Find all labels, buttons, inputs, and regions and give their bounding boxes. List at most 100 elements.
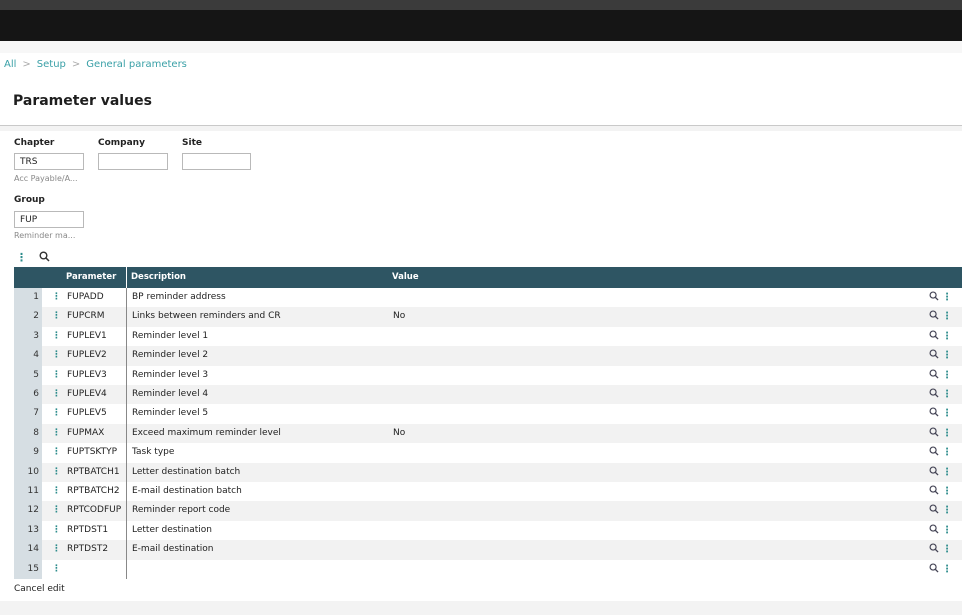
row-menu-icon[interactable]: ⋮ — [52, 327, 61, 346]
row-menu-icon[interactable]: ⋮ — [52, 501, 61, 520]
more-vertical-icon[interactable]: ⋮ — [942, 292, 952, 303]
cancel-edit-link[interactable]: Cancel edit — [14, 584, 65, 594]
row-menu-icon[interactable]: ⋮ — [52, 443, 61, 462]
table-row[interactable]: 6 ⋮ FUPLEV4 Reminder level 4 ⋮ — [14, 385, 962, 405]
more-vertical-icon[interactable]: ⋮ — [942, 350, 952, 361]
description-cell: Reminder report code — [132, 505, 231, 516]
parameter-cell[interactable]: FUPLEV3 — [67, 366, 107, 385]
site-field[interactable] — [182, 153, 251, 170]
row-menu-icon[interactable]: ⋮ — [52, 385, 61, 404]
parameter-cell[interactable]: FUPADD — [67, 288, 104, 307]
table-row[interactable]: 13 ⋮ RPTDST1 Letter destination ⋮ — [14, 520, 962, 541]
search-icon[interactable] — [929, 291, 939, 303]
more-vertical-icon[interactable]: ⋮ — [942, 311, 952, 322]
parameter-cell[interactable]: RPTDST1 — [67, 521, 108, 540]
table-row[interactable]: 7 ⋮ FUPLEV5 Reminder level 5 ⋮ — [14, 404, 962, 424]
more-vertical-icon[interactable]: ⋮ — [942, 331, 952, 342]
more-vertical-icon[interactable]: ⋮ — [942, 525, 952, 536]
more-vertical-icon[interactable]: ⋮ — [942, 486, 952, 497]
more-vertical-icon[interactable]: ⋮ — [942, 408, 952, 419]
company-field[interactable] — [98, 153, 168, 170]
table-row[interactable]: 4 ⋮ FUPLEV2 Reminder level 2 ⋮ — [14, 346, 962, 366]
parameter-cell[interactable]: FUPLEV1 — [67, 327, 107, 346]
more-vertical-icon[interactable]: ⋮ — [942, 389, 952, 400]
more-vertical-icon[interactable]: ⋮ — [942, 467, 952, 478]
more-vertical-icon[interactable]: ⋮ — [942, 564, 952, 575]
table-row[interactable]: 3 ⋮ FUPLEV1 Reminder level 1 ⋮ — [14, 326, 962, 347]
parameter-cell[interactable]: FUPMAX — [67, 424, 104, 443]
row-menu-icon[interactable]: ⋮ — [52, 404, 61, 423]
search-icon[interactable] — [929, 563, 939, 575]
row-menu-icon[interactable]: ⋮ — [52, 560, 61, 579]
row-menu-icon[interactable]: ⋮ — [52, 424, 61, 443]
search-icon[interactable] — [929, 369, 939, 381]
description-cell: Reminder level 1 — [132, 330, 209, 341]
parameter-cell[interactable]: RPTCODFUP — [67, 501, 121, 520]
group-field[interactable]: FUP — [14, 211, 84, 228]
parameter-cell[interactable]: FUPLEV2 — [67, 346, 107, 365]
table-row[interactable]: 2 ⋮ FUPCRM Links between reminders and CR No… — [14, 307, 962, 327]
description-cell: E-mail destination — [132, 544, 214, 555]
row-actions: ⋮ — [929, 404, 952, 423]
row-menu-icon[interactable]: ⋮ — [52, 482, 61, 501]
table-row[interactable]: 5 ⋮ FUPLEV3 Reminder level 3 ⋮ — [14, 365, 962, 385]
row-menu-icon[interactable]: ⋮ — [52, 521, 61, 540]
more-vertical-icon[interactable]: ⋮ — [942, 370, 952, 381]
more-vertical-icon[interactable]: ⋮ — [942, 447, 952, 458]
parameter-cell[interactable]: RPTBATCH1 — [67, 463, 120, 482]
parameter-cell[interactable]: FUPTSKTYP — [67, 443, 117, 462]
table-row[interactable]: 8 ⋮ FUPMAX Exceed maximum reminder level No ⋮ — [14, 423, 962, 444]
row-number: 14 — [14, 540, 42, 560]
search-icon[interactable] — [929, 330, 939, 342]
row-number: 12 — [14, 501, 42, 521]
breadcrumb-all[interactable]: All — [4, 59, 16, 70]
search-icon[interactable] — [39, 251, 50, 264]
parameter-cell[interactable]: FUPLEV5 — [67, 404, 107, 423]
column-header-parameter[interactable]: Parameter — [66, 267, 116, 288]
search-icon[interactable] — [929, 446, 939, 458]
column-header-value[interactable]: Value — [392, 267, 419, 288]
table-row[interactable]: 12 ⋮ RPTCODFUP Reminder report code ⋮ — [14, 501, 962, 521]
parameter-cell[interactable]: FUPCRM — [67, 307, 105, 326]
search-icon[interactable] — [929, 485, 939, 497]
search-icon[interactable] — [929, 543, 939, 555]
row-menu-icon[interactable]: ⋮ — [52, 366, 61, 385]
search-icon[interactable] — [929, 349, 939, 361]
table-row[interactable]: 11 ⋮ RPTBATCH2 E-mail destination batch ⋮ — [14, 482, 962, 502]
table-row[interactable]: 14 ⋮ RPTDST2 E-mail destination ⋮ — [14, 540, 962, 560]
chapter-description: Acc Payable/A... — [14, 174, 78, 183]
breadcrumb-general-parameters[interactable]: General parameters — [86, 59, 187, 70]
table-header: Parameter Description Value — [14, 267, 962, 288]
parameter-cell[interactable]: RPTBATCH2 — [67, 482, 120, 501]
table-row[interactable]: 10 ⋮ RPTBATCH1 Letter destination batch ⋮ — [14, 462, 962, 482]
search-icon[interactable] — [929, 466, 939, 478]
row-actions: ⋮ — [929, 424, 952, 443]
value-cell[interactable]: No — [393, 307, 405, 326]
breadcrumb-setup[interactable]: Setup — [37, 59, 66, 70]
more-vertical-icon[interactable]: ⋮ — [942, 428, 952, 439]
search-icon[interactable] — [929, 407, 939, 419]
row-menu-icon[interactable]: ⋮ — [52, 463, 61, 482]
app-top-bar — [0, 10, 962, 41]
table-row[interactable]: 9 ⋮ FUPTSKTYP Task type ⋮ — [14, 443, 962, 463]
search-icon[interactable] — [929, 524, 939, 536]
value-cell[interactable]: No — [393, 424, 405, 443]
table-row[interactable]: 15 ⋮ ⋮ — [14, 559, 962, 579]
row-menu-icon[interactable]: ⋮ — [52, 346, 61, 365]
more-vertical-icon[interactable]: ⋮ — [16, 251, 27, 264]
chapter-field[interactable]: TRS — [14, 153, 84, 170]
parameter-cell[interactable]: RPTDST2 — [67, 540, 108, 559]
table-row[interactable]: 1 ⋮ FUPADD BP reminder address ⋮ — [14, 288, 962, 308]
row-menu-icon[interactable]: ⋮ — [52, 307, 61, 326]
parameter-cell[interactable]: FUPLEV4 — [67, 385, 107, 404]
row-menu-icon[interactable]: ⋮ — [52, 540, 61, 559]
parameter-panel: Chapter TRS Acc Payable/A... Company Sit… — [0, 131, 962, 601]
more-vertical-icon[interactable]: ⋮ — [942, 544, 952, 555]
search-icon[interactable] — [929, 310, 939, 322]
search-icon[interactable] — [929, 388, 939, 400]
more-vertical-icon[interactable]: ⋮ — [942, 505, 952, 516]
column-header-description[interactable]: Description — [131, 267, 186, 288]
row-menu-icon[interactable]: ⋮ — [52, 288, 61, 307]
search-icon[interactable] — [929, 504, 939, 516]
search-icon[interactable] — [929, 427, 939, 439]
